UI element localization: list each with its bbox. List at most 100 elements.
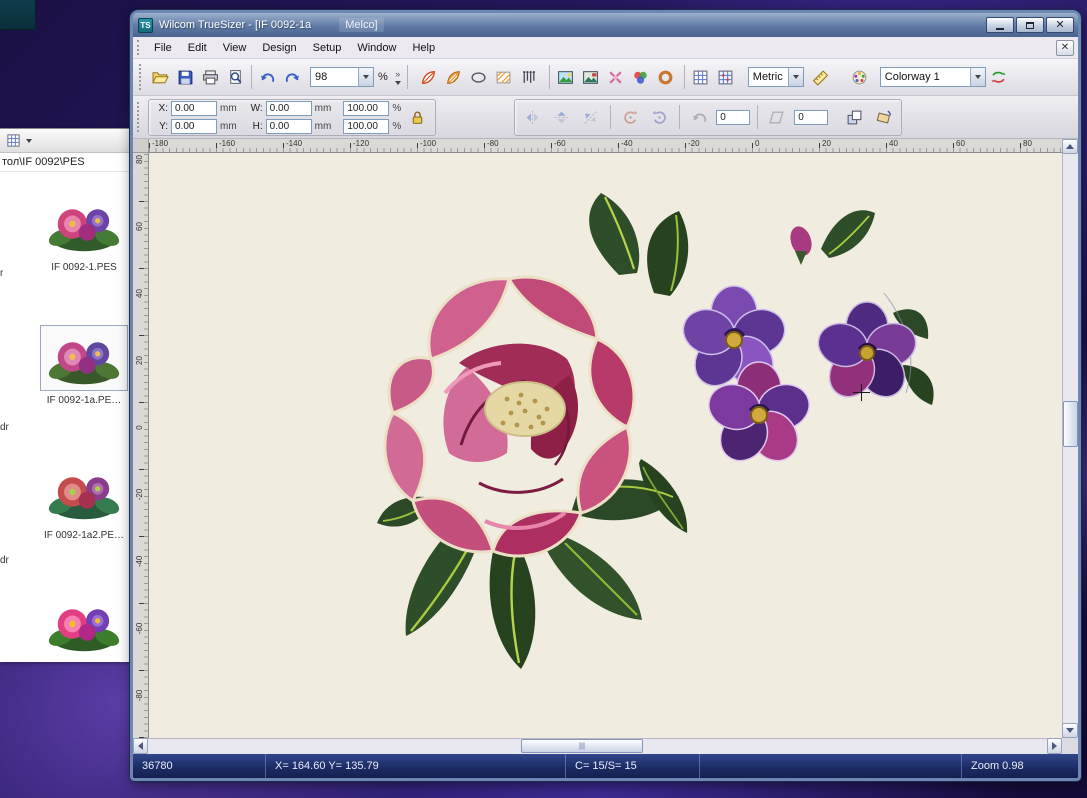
maximize-button[interactable] [1016,17,1044,33]
save-button[interactable] [173,65,198,89]
overflow-chevron-icon: » [395,70,400,79]
show-stitches-button[interactable] [441,65,466,89]
thread-palette-button[interactable] [847,65,872,89]
rotate-left-button[interactable] [618,105,643,129]
units-dropdown-button[interactable] [788,68,803,86]
toolbar-grip[interactable] [137,102,142,131]
colorway-combo[interactable]: Colorway 1 [880,67,986,87]
list-item[interactable]: IF 0092-1a.PE… [38,325,130,406]
browser-view-dropdown-icon[interactable] [26,139,32,143]
print-preview-button[interactable] [223,65,248,89]
menu-view[interactable]: View [215,39,255,57]
document-close-button[interactable]: ✕ [1056,40,1074,56]
toolbar-overflow-button[interactable]: » [392,63,404,91]
scroll-up-button[interactable] [1062,139,1078,154]
measure-button[interactable] [808,65,833,89]
scale-dialog-button[interactable] [842,105,867,129]
horizontal-scrollbar[interactable] [133,738,1062,754]
width-field[interactable] [266,101,312,116]
rotate-right-button[interactable] [647,105,672,129]
transform-panel [514,99,902,136]
x-field[interactable] [171,101,217,116]
file-browser-window[interactable]: тол\IF 0092\PES r dr dr IF 0092-1.PES IF… [0,128,133,662]
lock-aspect-button[interactable] [405,105,430,129]
vertical-scrollbar[interactable] [1062,139,1078,738]
grid-settings-button[interactable] [713,65,738,89]
ruler-label: 60 [956,139,965,148]
minimize-button[interactable] [986,17,1014,33]
skew-button[interactable] [765,105,790,129]
units-combo[interactable]: Metric [748,67,804,87]
stitch-count: 36780 [133,754,266,778]
close-button[interactable]: ✕ [1046,17,1074,33]
rotation-angle-field[interactable] [716,110,750,125]
browser-toolbar [0,129,133,153]
ruler-label: -140 [286,139,302,148]
mirror-diagonal-button[interactable] [578,105,603,129]
menu-edit[interactable]: Edit [180,39,215,57]
toolbar-grip[interactable] [139,64,144,89]
open-button[interactable] [148,65,173,89]
toolbar-grip[interactable] [137,40,142,55]
zoom-dropdown-button[interactable] [358,68,373,86]
grid-view-icon [6,133,21,148]
show-outlines-button[interactable] [466,65,491,89]
trueview-leaf-icon [420,69,437,86]
colorway-value: Colorway 1 [881,71,970,83]
scroll-right-button[interactable] [1047,738,1062,754]
list-item[interactable]: IF 0092-1a2.PE… [38,460,130,541]
rotate-dialog-button[interactable] [871,105,896,129]
zoom-combo[interactable] [310,67,374,87]
height-label: H: [249,121,263,132]
ruler-label: 0 [135,420,144,435]
show-bitmap-button[interactable] [553,65,578,89]
undo-button[interactable] [255,65,280,89]
scale-dialog-icon [846,109,863,126]
grid-icon [692,69,709,86]
horizontal-scroll-thumb[interactable] [521,739,643,753]
colorway-dropdown-button[interactable] [970,68,985,86]
skew-angle-field[interactable] [794,110,828,125]
save-icon [177,69,194,86]
status-bar: 36780 X= 164.60 Y= 135.79 C= 15/S= 15 Zo… [133,754,1078,778]
zoom-input[interactable] [311,71,358,83]
scroll-left-button[interactable] [133,738,148,754]
cycle-colorway-button[interactable] [986,65,1011,89]
print-button[interactable] [198,65,223,89]
applique-button[interactable] [603,65,628,89]
y-field[interactable] [171,119,217,134]
menu-design[interactable]: Design [254,39,304,57]
menu-file[interactable]: File [146,39,180,57]
list-item[interactable]: IF 0092-1.PES [38,192,130,273]
menu-window[interactable]: Window [349,39,404,57]
show-fills-button[interactable] [491,65,516,89]
menu-setup[interactable]: Setup [305,39,350,57]
ruler-label: -80 [135,688,144,703]
design-thumbnail [40,325,128,391]
needle-points-button[interactable] [516,65,541,89]
menu-help[interactable]: Help [404,39,443,57]
redo-button[interactable] [280,65,305,89]
show-vector-button[interactable] [578,65,603,89]
scale-width-field[interactable] [343,101,389,116]
ruler-label: -20 [135,487,144,502]
reset-rotation-button[interactable] [687,105,712,129]
mirror-vertical-button[interactable] [520,105,545,129]
mirror-horizontal-button[interactable] [549,105,574,129]
browser-view-button[interactable] [3,130,24,151]
thread-colors-button[interactable] [628,65,653,89]
titlebar[interactable]: TS Wilcom TrueSizer - [IF 0092-1a Melco]… [133,13,1078,37]
mirror-diagonal-icon [582,109,599,126]
trueview-button[interactable] [416,65,441,89]
show-grid-button[interactable] [688,65,713,89]
design-canvas[interactable] [149,153,1062,738]
color-stitch-info: C= 15/S= 15 [566,754,700,778]
scroll-down-button[interactable] [1062,723,1078,738]
list-item[interactable] [38,592,130,662]
vertical-scroll-thumb[interactable] [1063,401,1078,447]
scale-height-field[interactable] [343,119,389,134]
app-icon: TS [138,18,153,33]
thread-ring-button[interactable] [653,65,678,89]
height-field[interactable] [266,119,312,134]
lock-icon [409,109,426,126]
